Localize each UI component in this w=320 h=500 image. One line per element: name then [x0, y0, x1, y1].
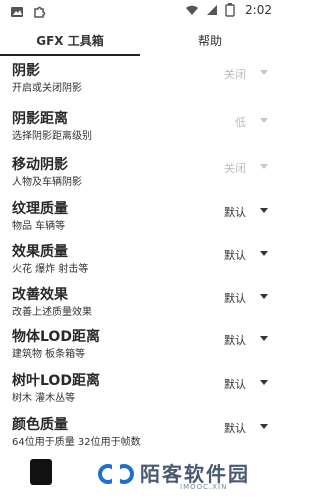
setting-value[interactable]: 低 [235, 114, 246, 130]
setting-value[interactable]: 关闭 [224, 66, 246, 82]
dropdown-arrow-icon[interactable] [260, 336, 268, 341]
setting-value[interactable]: 默认 [224, 204, 246, 220]
battery-icon [225, 3, 239, 17]
status-left-icons [10, 4, 46, 18]
setting-title: 阴影距离 [12, 111, 68, 127]
setting-title: 阴影 [12, 63, 40, 79]
setting-title: 物体LOD距离 [12, 329, 100, 345]
image-icon [10, 4, 24, 18]
setting-value[interactable]: 默认 [224, 290, 246, 306]
setting-row-shadow-distance[interactable]: 阴影距离 选择阴影距离级别 低 [0, 106, 280, 152]
dropdown-arrow-icon[interactable] [260, 70, 268, 75]
setting-title: 颜色质量 [12, 417, 68, 433]
tab-bar: GFX 工具箱 帮助 [0, 24, 280, 56]
dropdown-arrow-icon[interactable] [260, 380, 268, 385]
signal-icon [205, 3, 219, 17]
watermark-subtext: IMOOC.XIN [180, 483, 228, 491]
dropdown-arrow-icon[interactable] [260, 118, 268, 123]
setting-desc: 开启或关闭阴影 [12, 83, 82, 94]
dropdown-arrow-icon[interactable] [260, 208, 268, 213]
tab-gfx-toolbox[interactable]: GFX 工具箱 [0, 24, 140, 56]
setting-desc: 选择阴影距离级别 [12, 131, 92, 142]
setting-desc: 改善上述质量效果 [12, 307, 92, 318]
setting-desc: 火花 爆炸 射击等 [12, 264, 89, 275]
black-square-icon [30, 459, 52, 485]
setting-row-effect-quality[interactable]: 效果质量 火花 爆炸 射击等 默认 [0, 239, 280, 285]
setting-value[interactable]: 默认 [224, 376, 246, 392]
setting-value[interactable]: 默认 [224, 420, 246, 436]
setting-value[interactable]: 关闭 [224, 160, 246, 176]
setting-title: 树叶LOD距离 [12, 373, 100, 389]
status-time: 2:02 [245, 3, 272, 17]
setting-value[interactable]: 默认 [224, 332, 246, 348]
setting-desc: 建筑物 板条箱等 [12, 349, 86, 360]
setting-row-shadow[interactable]: 阴影 开启或关闭阴影 关闭 [0, 58, 280, 104]
setting-row-improve-effects[interactable]: 改善效果 改善上述质量效果 默认 [0, 282, 280, 328]
setting-title: 效果质量 [12, 244, 68, 260]
setting-row-texture-quality[interactable]: 纹理质量 物品 车辆等 默认 [0, 196, 280, 242]
puzzle-icon [32, 4, 46, 18]
status-right: 2:02 [185, 3, 272, 17]
setting-row-foliage-lod[interactable]: 树叶LOD距离 树木 灌木丛等 默认 [0, 368, 280, 414]
status-bar: 2:02 [0, 0, 280, 22]
watermark-logo-icon [97, 460, 137, 486]
setting-row-moving-shadow[interactable]: 移动阴影 人物及车辆阴影 关闭 [0, 152, 280, 198]
watermark: 陌客软件园 IMOOC.XIN [0, 452, 280, 500]
dropdown-arrow-icon[interactable] [260, 424, 268, 429]
dropdown-arrow-icon[interactable] [260, 164, 268, 169]
tab-help[interactable]: 帮助 [140, 24, 280, 56]
dropdown-arrow-icon[interactable] [260, 251, 268, 256]
setting-title: 纹理质量 [12, 201, 68, 217]
setting-value[interactable]: 默认 [224, 247, 246, 263]
setting-title: 移动阴影 [12, 157, 68, 173]
setting-desc: 人物及车辆阴影 [12, 177, 82, 188]
setting-row-object-lod[interactable]: 物体LOD距离 建筑物 板条箱等 默认 [0, 324, 280, 370]
dropdown-arrow-icon[interactable] [260, 294, 268, 299]
wifi-icon [185, 3, 199, 17]
tab-indicator [0, 54, 140, 56]
setting-title: 改善效果 [12, 287, 68, 303]
setting-desc: 物品 车辆等 [12, 221, 66, 232]
setting-desc: 64位用于质量 32位用于帧数 [12, 437, 141, 448]
setting-desc: 树木 灌木丛等 [12, 393, 76, 404]
